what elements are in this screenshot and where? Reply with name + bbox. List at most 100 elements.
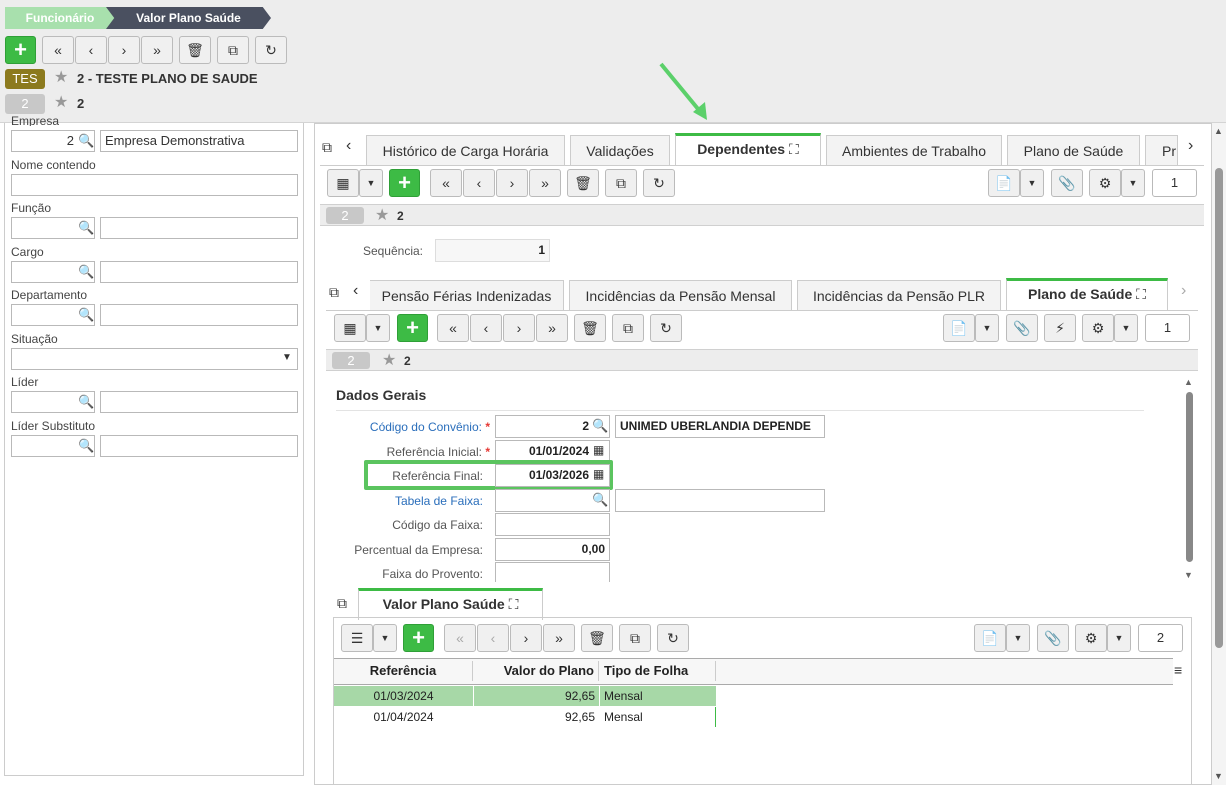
- column-menu-icon[interactable]: ≡: [1174, 662, 1182, 678]
- prev-button[interactable]: ‹: [470, 314, 502, 342]
- lider-name-input[interactable]: [100, 391, 298, 413]
- delete-button[interactable]: 🗑: [581, 624, 613, 652]
- settings-button[interactable]: ⚙: [1082, 314, 1114, 342]
- tab-incidencias-plr[interactable]: Incidências da Pensão PLR: [797, 280, 1001, 310]
- percentual-empresa-input[interactable]: 0,00: [495, 538, 610, 561]
- tab-incidencias-mensal[interactable]: Incidências da Pensão Mensal: [569, 280, 792, 310]
- settings-dropdown[interactable]: ▼: [1114, 314, 1138, 342]
- add-valor-button[interactable]: +: [403, 624, 434, 652]
- next-button[interactable]: ›: [496, 169, 528, 197]
- tab-more[interactable]: Pr: [1145, 135, 1178, 165]
- tabs-scroll-left-icon[interactable]: ‹: [346, 137, 351, 155]
- delete-button[interactable]: 🗑: [574, 314, 606, 342]
- search-icon[interactable]: 🔍: [592, 418, 608, 434]
- codigo-convenio-label[interactable]: Código do Convênio: *: [330, 420, 490, 434]
- departamento-name-input[interactable]: [100, 304, 298, 326]
- search-icon[interactable]: 🔍: [592, 492, 608, 508]
- expand-icon[interactable]: ⛶: [789, 141, 799, 157]
- favorite-star-icon[interactable]: ★: [375, 205, 389, 225]
- tab-validacoes[interactable]: Validações: [570, 135, 670, 165]
- export-button[interactable]: 📄: [974, 624, 1006, 652]
- settings-button[interactable]: ⚙: [1089, 169, 1121, 197]
- attach-button[interactable]: 📎: [1006, 314, 1038, 342]
- next-button[interactable]: ›: [503, 314, 535, 342]
- lider-substituto-name-input[interactable]: [100, 435, 298, 457]
- last-record-button[interactable]: »: [141, 36, 173, 64]
- next-button[interactable]: ›: [510, 624, 542, 652]
- add-dependente-button[interactable]: +: [389, 169, 420, 197]
- refresh-button[interactable]: ↻: [643, 169, 675, 197]
- list-view-button[interactable]: ☰: [341, 624, 373, 652]
- calendar-icon[interactable]: ▦: [593, 467, 604, 481]
- first-button[interactable]: «: [444, 624, 476, 652]
- scroll-up-icon[interactable]: ▲: [1214, 126, 1223, 136]
- table-row[interactable]: 01/03/2024 92,65 Mensal: [334, 686, 716, 706]
- tab-historico-carga[interactable]: Histórico de Carga Horária: [366, 135, 565, 165]
- funcao-name-input[interactable]: [100, 217, 298, 239]
- grid-view-dropdown[interactable]: ▼: [366, 314, 390, 342]
- delete-button[interactable]: 🗑: [567, 169, 599, 197]
- settings-dropdown[interactable]: ▼: [1121, 169, 1145, 197]
- expand-icon[interactable]: ⛶: [509, 596, 519, 612]
- prev-record-button[interactable]: ‹: [75, 36, 107, 64]
- search-icon[interactable]: 🔍: [78, 264, 94, 280]
- tab-ambientes[interactable]: Ambientes de Trabalho: [826, 135, 1002, 165]
- delete-button[interactable]: 🗑: [179, 36, 211, 64]
- add-button[interactable]: +: [5, 36, 36, 64]
- next-record-button[interactable]: ›: [108, 36, 140, 64]
- tabs-scroll-left-icon[interactable]: ‹: [353, 282, 358, 300]
- column-header-valor[interactable]: Valor do Plano: [474, 661, 599, 681]
- empresa-name-input[interactable]: Empresa Demonstrativa: [100, 130, 298, 152]
- add-plano-button[interactable]: +: [397, 314, 428, 342]
- export-button[interactable]: 📄: [988, 169, 1020, 197]
- refresh-button[interactable]: ↻: [650, 314, 682, 342]
- copy-button[interactable]: ⧉: [612, 314, 644, 342]
- scroll-down-icon[interactable]: ▼: [1184, 570, 1193, 580]
- grid-view-dropdown[interactable]: ▼: [359, 169, 383, 197]
- export-dropdown[interactable]: ▼: [1020, 169, 1044, 197]
- page-scrollbar[interactable]: [1215, 168, 1223, 648]
- list-view-dropdown[interactable]: ▼: [373, 624, 397, 652]
- tab-valor-plano-saude[interactable]: Valor Plano Saúde ⛶: [358, 588, 543, 620]
- copy-tabs-icon[interactable]: ⧉: [329, 284, 339, 301]
- form-scrollbar[interactable]: [1186, 392, 1193, 562]
- nome-input[interactable]: [11, 174, 298, 196]
- tabela-faixa-label[interactable]: Tabela de Faixa:: [330, 494, 483, 508]
- prev-button[interactable]: ‹: [477, 624, 509, 652]
- favorite-star-icon[interactable]: ★: [54, 92, 68, 112]
- copy-button[interactable]: ⧉: [217, 36, 249, 64]
- situacao-select[interactable]: [11, 348, 298, 370]
- cargo-name-input[interactable]: [100, 261, 298, 283]
- grid-view-button[interactable]: ▦: [334, 314, 366, 342]
- expand-icon[interactable]: ⛶: [1136, 286, 1146, 302]
- settings-dropdown[interactable]: ▼: [1107, 624, 1131, 652]
- last-button[interactable]: »: [529, 169, 561, 197]
- favorite-star-icon[interactable]: ★: [54, 67, 68, 87]
- page-number-input[interactable]: 2: [1138, 624, 1183, 652]
- attach-button[interactable]: 📎: [1037, 624, 1069, 652]
- export-button[interactable]: 📄: [943, 314, 975, 342]
- tab-dependentes[interactable]: Dependentes ⛶: [675, 133, 821, 165]
- copy-tabs-icon[interactable]: ⧉: [322, 139, 332, 156]
- column-header-tipo[interactable]: Tipo de Folha: [600, 661, 716, 681]
- tab-plano-saude-inner[interactable]: Plano de Saúde ⛶: [1006, 278, 1168, 310]
- tab-plano-saude[interactable]: Plano de Saúde: [1007, 135, 1140, 165]
- copy-tabs-icon[interactable]: ⧉: [337, 595, 347, 612]
- column-header-referencia[interactable]: Referência: [334, 661, 473, 681]
- page-number-input[interactable]: 1: [1152, 169, 1197, 197]
- calendar-icon[interactable]: ▦: [593, 443, 604, 457]
- settings-button[interactable]: ⚙: [1075, 624, 1107, 652]
- copy-button[interactable]: ⧉: [605, 169, 637, 197]
- scroll-down-icon[interactable]: ▼: [1214, 771, 1223, 781]
- first-button[interactable]: «: [437, 314, 469, 342]
- first-record-button[interactable]: «: [42, 36, 74, 64]
- export-dropdown[interactable]: ▼: [975, 314, 999, 342]
- search-icon[interactable]: 🔍: [78, 133, 94, 149]
- export-dropdown[interactable]: ▼: [1006, 624, 1030, 652]
- refresh-button[interactable]: ↻: [657, 624, 689, 652]
- last-button[interactable]: »: [543, 624, 575, 652]
- attach-button[interactable]: 📎: [1051, 169, 1083, 197]
- search-icon[interactable]: 🔍: [78, 438, 94, 454]
- search-icon[interactable]: 🔍: [78, 307, 94, 323]
- first-button[interactable]: «: [430, 169, 462, 197]
